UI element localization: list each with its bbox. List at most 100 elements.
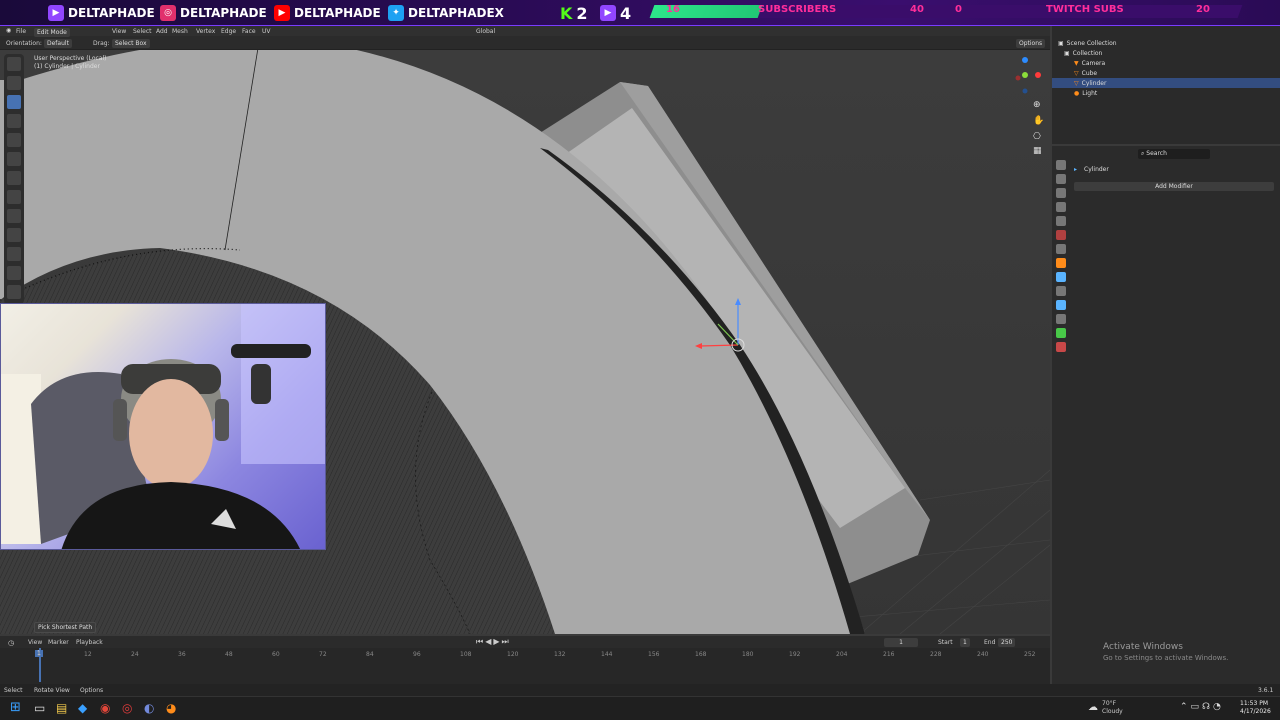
timeline-menu-playback[interactable]: Playback	[76, 639, 103, 646]
discord-icon[interactable]: ◐	[144, 701, 154, 715]
rotate-tool-icon[interactable]	[7, 114, 21, 128]
add-modifier-button[interactable]: Add Modifier	[1074, 182, 1274, 191]
task-view-icon[interactable]: ▭	[34, 701, 45, 715]
status-bar: Select Rotate View Options 3.6.1	[0, 684, 1280, 696]
output-tab-icon[interactable]	[1056, 188, 1066, 198]
move-tool-icon[interactable]	[7, 95, 21, 109]
drag-label: Drag:	[93, 40, 110, 47]
timeline[interactable]: 1 1 12 24 36 48 60 72 84 96 108 120 132 144 156 168 180…	[0, 648, 1050, 684]
outliner-item-cube[interactable]: ▽ Cube	[1052, 68, 1280, 78]
camera-view-icon[interactable]: ⎔	[1033, 132, 1041, 142]
outliner-item-cylinder[interactable]: ▽ Cylinder	[1052, 78, 1280, 88]
timeline-tick-label: 252	[1024, 651, 1036, 658]
menu-mesh[interactable]: Mesh	[172, 28, 188, 35]
blender-logo-icon[interactable]: ◉	[6, 27, 11, 34]
outliner-collection[interactable]: ▣ Collection	[1052, 48, 1280, 58]
timeline-tick-label: 60	[272, 651, 280, 658]
bevel-tool-icon[interactable]	[7, 266, 21, 280]
mesh-icon: ▽	[1074, 69, 1079, 77]
windows-start-icon[interactable]: ⊞	[10, 700, 21, 715]
constraints-tab-icon[interactable]	[1056, 314, 1066, 324]
menu-uv[interactable]: UV	[262, 28, 271, 35]
timeline-tick-label: 204	[836, 651, 848, 658]
social-handle: DELTAPHADE	[180, 6, 267, 20]
timeline-tick-label: 144	[601, 651, 613, 658]
menu-add[interactable]: Add	[156, 28, 168, 35]
wrench-icon: ▸	[1074, 166, 1078, 173]
blender-taskbar-icon[interactable]: ◕	[166, 701, 176, 715]
scale-tool-icon[interactable]	[7, 133, 21, 147]
transform-orientation-dropdown[interactable]: Global	[476, 28, 495, 35]
properties-tabs	[1054, 160, 1068, 380]
viewport-object-label: (1) Cylinder | Cylinder	[34, 63, 100, 70]
current-frame-field[interactable]: 1	[884, 638, 918, 647]
inset-tool-icon[interactable]	[7, 247, 21, 261]
collection-tab-icon[interactable]	[1056, 244, 1066, 254]
stream-banner: ▶ DELTAPHADE ◎ DELTAPHADE ▶ DELTAPHADE ✦…	[0, 0, 1280, 26]
timeline-menu-marker[interactable]: Marker	[48, 639, 69, 646]
scene-tab-icon[interactable]	[1056, 216, 1066, 226]
menu-file[interactable]: File	[16, 28, 26, 35]
subscribers-goal: 40	[910, 4, 924, 15]
start-frame-field[interactable]: 1	[960, 638, 970, 647]
menu-view[interactable]: View	[112, 28, 126, 35]
mode-dropdown[interactable]: Edit Mode	[34, 28, 70, 37]
menu-vertex[interactable]: Vertex	[196, 28, 215, 35]
render-tab-icon[interactable]	[1056, 174, 1066, 184]
status-rotate: Rotate View	[34, 687, 70, 694]
file-explorer-icon[interactable]: ▤	[56, 701, 67, 715]
world-tab-icon[interactable]	[1056, 230, 1066, 240]
modifier-tab-icon[interactable]	[1056, 272, 1066, 282]
physics-tab-icon[interactable]	[1056, 300, 1066, 310]
menu-select[interactable]: Select	[133, 28, 152, 35]
end-frame-field[interactable]: 250	[998, 638, 1016, 647]
loop-cut-tool-icon[interactable]	[7, 285, 21, 299]
particles-tab-icon[interactable]	[1056, 286, 1066, 296]
streamer-webcam-image	[1, 304, 325, 549]
measure-tool-icon[interactable]	[7, 190, 21, 204]
menu-edge[interactable]: Edge	[221, 28, 236, 35]
view-layer-tab-icon[interactable]	[1056, 202, 1066, 212]
kick-stat: K 2	[560, 3, 588, 23]
vscode-icon[interactable]: ◆	[78, 701, 87, 715]
timeline-tick-label: 1	[37, 651, 41, 658]
cursor-tool-icon[interactable]	[7, 76, 21, 90]
data-tab-icon[interactable]	[1056, 328, 1066, 338]
outliner-item-camera[interactable]: ▼ Camera	[1052, 58, 1280, 68]
orientation-dropdown[interactable]: Default	[44, 39, 72, 48]
grid-toggle-icon[interactable]: ▦	[1033, 146, 1042, 156]
annotate-tool-icon[interactable]	[7, 171, 21, 185]
outliner-item-light[interactable]: ● Light	[1052, 88, 1280, 98]
timeline-menu-view[interactable]: View	[28, 639, 42, 646]
social-youtube: ▶ DELTAPHADE	[274, 3, 381, 23]
clock-time: 11:53 PM	[1240, 700, 1268, 707]
drag-dropdown[interactable]: Select Box	[112, 39, 150, 48]
zoom-icon[interactable]: ⊕	[1033, 100, 1041, 110]
mesh-icon: ▽	[1074, 79, 1079, 87]
timeline-tick-label: 132	[554, 651, 566, 658]
material-tab-icon[interactable]	[1056, 342, 1066, 352]
properties-search[interactable]: ⌕ Search	[1138, 149, 1210, 159]
add-cube-tool-icon[interactable]	[7, 209, 21, 223]
obs-icon[interactable]: ◎	[122, 701, 132, 715]
extrude-tool-icon[interactable]	[7, 228, 21, 242]
twitch-subs-label: TWITCH SUBS	[1046, 4, 1124, 15]
outliner-scene-collection[interactable]: ▣ Scene Collection	[1052, 38, 1280, 48]
last-operator-panel[interactable]: Pick Shortest Path	[34, 622, 97, 633]
chrome-icon[interactable]: ◉	[100, 701, 110, 715]
clock-icon[interactable]: ◷	[8, 639, 14, 647]
system-tray-icons[interactable]: ⌃▭☊◔	[1180, 702, 1224, 712]
weather-icon: ☁	[1088, 702, 1098, 713]
options-dropdown[interactable]: Options	[1016, 39, 1046, 48]
menu-face[interactable]: Face	[242, 28, 256, 35]
pan-hand-icon[interactable]: ✋	[1033, 116, 1044, 126]
tool-tab-icon[interactable]	[1056, 160, 1066, 170]
object-tab-icon[interactable]	[1056, 258, 1066, 268]
select-tool-icon[interactable]	[7, 57, 21, 71]
transform-tool-icon[interactable]	[7, 152, 21, 166]
timeline-tick-label: 216	[883, 651, 895, 658]
playback-controls[interactable]: ⏮◀▶⏭	[476, 637, 511, 647]
timeline-tick-label: 192	[789, 651, 801, 658]
twitch-subs-goal: 20	[1196, 4, 1210, 15]
timeline-tick-label: 168	[695, 651, 707, 658]
